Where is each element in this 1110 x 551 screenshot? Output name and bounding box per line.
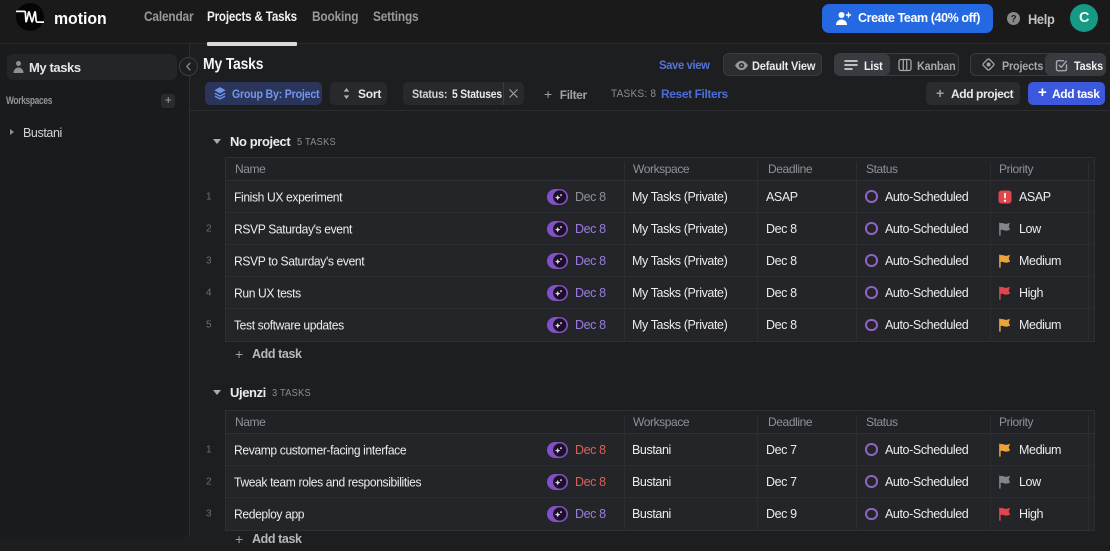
svg-text:?: ?: [1011, 14, 1017, 25]
